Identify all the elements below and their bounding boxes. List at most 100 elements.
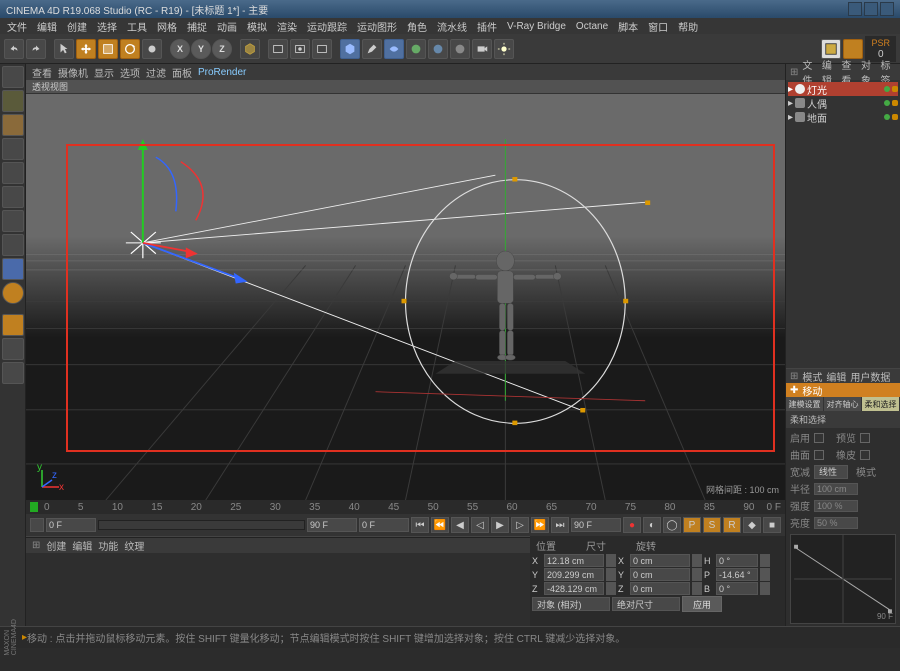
- preview-checkbox[interactable]: [860, 433, 870, 443]
- select-tool[interactable]: [54, 39, 74, 59]
- edge-mode[interactable]: [2, 186, 24, 208]
- render-region-box[interactable]: [66, 144, 775, 452]
- pos-x[interactable]: [544, 554, 604, 567]
- pos-z[interactable]: [544, 582, 604, 595]
- timeline-ruler[interactable]: 0 5 10 15 20 25 30 35 40 45 50 55 60 65 …: [26, 500, 785, 514]
- lock-icon[interactable]: [2, 362, 24, 384]
- eraser-checkbox[interactable]: [860, 450, 870, 460]
- layout-icon[interactable]: [821, 39, 841, 59]
- menu-character[interactable]: 角色: [404, 19, 430, 34]
- menu-help[interactable]: 帮助: [675, 19, 701, 34]
- texture-mode[interactable]: [2, 114, 24, 136]
- undo-button[interactable]: [4, 39, 24, 59]
- goto-end[interactable]: ⏭: [551, 517, 569, 533]
- axis-mode[interactable]: [2, 234, 24, 256]
- tab-axis[interactable]: 对齐轴心: [824, 397, 862, 411]
- menu-snap[interactable]: 捕捉: [184, 19, 210, 34]
- menu-tools[interactable]: 工具: [124, 19, 150, 34]
- vmenu-display[interactable]: 显示: [94, 65, 114, 80]
- vmenu-view[interactable]: 查看: [32, 65, 52, 80]
- apply-button[interactable]: 应用: [682, 596, 722, 612]
- tweak-mode[interactable]: [2, 258, 24, 280]
- keysel-button[interactable]: ◯: [663, 517, 681, 533]
- axis-y[interactable]: Y: [191, 39, 211, 59]
- menu-file[interactable]: 文件: [4, 19, 30, 34]
- obj-row-figure[interactable]: ▸ 人偶: [788, 96, 898, 110]
- play-back[interactable]: ◁: [471, 517, 489, 533]
- coord-mode1[interactable]: 对象 (相对): [532, 597, 610, 611]
- environment-icon[interactable]: [450, 39, 470, 59]
- range-start-input[interactable]: [46, 518, 96, 532]
- nav-axis-widget[interactable]: y x z: [34, 462, 64, 492]
- menu-motiontrack[interactable]: 运动跟踪: [304, 19, 350, 34]
- scale-key-icon[interactable]: S: [703, 517, 721, 533]
- nurbs-tool[interactable]: [384, 39, 404, 59]
- rot-b[interactable]: [716, 582, 758, 595]
- object-tree[interactable]: ▸ 灯光 ▸ 人偶 ▸ 地面: [786, 80, 900, 126]
- generator-icon[interactable]: [406, 39, 426, 59]
- next-frame[interactable]: ▷: [511, 517, 529, 533]
- polygon-mode[interactable]: [2, 210, 24, 232]
- vmenu-prorender[interactable]: ProRender: [198, 67, 246, 78]
- rot-h[interactable]: [716, 554, 758, 567]
- obj-row-light[interactable]: ▸ 灯光: [788, 82, 898, 96]
- obj-row-floor[interactable]: ▸ 地面: [788, 110, 898, 124]
- enable-checkbox[interactable]: [814, 433, 824, 443]
- menu-animate[interactable]: 动画: [214, 19, 240, 34]
- close-button[interactable]: [880, 2, 894, 16]
- pos-y[interactable]: [544, 568, 604, 581]
- vmenu-panel[interactable]: 面板: [172, 65, 192, 80]
- range-start-icon[interactable]: [30, 518, 44, 532]
- radius-input[interactable]: [814, 483, 858, 495]
- btab-create[interactable]: 创建: [46, 538, 66, 553]
- menu-mesh[interactable]: 网格: [154, 19, 180, 34]
- rotate-tool[interactable]: [120, 39, 140, 59]
- menu-mograph[interactable]: 运动图形: [354, 19, 400, 34]
- autokey-button[interactable]: ◐: [643, 517, 661, 533]
- workplane-mode[interactable]: [2, 138, 24, 160]
- prev-frame[interactable]: ◀: [451, 517, 469, 533]
- menu-render[interactable]: 渲染: [274, 19, 300, 34]
- param-key-icon[interactable]: ◆: [743, 517, 761, 533]
- point-mode[interactable]: [2, 162, 24, 184]
- size-y[interactable]: [630, 568, 690, 581]
- falloff-mode[interactable]: 线性: [814, 465, 848, 479]
- vmenu-cameras[interactable]: 摄像机: [58, 65, 88, 80]
- falloff-curve[interactable]: 90 F: [790, 534, 896, 624]
- vmenu-filter[interactable]: 过滤: [146, 65, 166, 80]
- redo-button[interactable]: [26, 39, 46, 59]
- menu-window[interactable]: 窗口: [645, 19, 671, 34]
- tab-modeling[interactable]: 建模设置: [786, 397, 824, 411]
- render-pv[interactable]: [290, 39, 310, 59]
- camera-icon[interactable]: [472, 39, 492, 59]
- menu-script[interactable]: 脚本: [615, 19, 641, 34]
- render-view[interactable]: [268, 39, 288, 59]
- btab-edit[interactable]: 编辑: [72, 538, 92, 553]
- move-tool[interactable]: [76, 39, 96, 59]
- menu-create[interactable]: 创建: [64, 19, 90, 34]
- size-x[interactable]: [630, 554, 690, 567]
- deformer-icon[interactable]: [428, 39, 448, 59]
- pos-key-icon[interactable]: P: [683, 517, 701, 533]
- menu-select[interactable]: 选择: [94, 19, 120, 34]
- rot-p[interactable]: [716, 568, 758, 581]
- model-mode[interactable]: [2, 90, 24, 112]
- snap-settings[interactable]: [2, 338, 24, 360]
- next-key[interactable]: ⏩: [531, 517, 549, 533]
- range-end-input[interactable]: [307, 518, 357, 532]
- light-icon[interactable]: [494, 39, 514, 59]
- rot-key-icon[interactable]: R: [723, 517, 741, 533]
- menu-pipeline[interactable]: 流水线: [434, 19, 470, 34]
- scale-tool[interactable]: [98, 39, 118, 59]
- goto-start[interactable]: ⏮: [411, 517, 429, 533]
- prev-key[interactable]: ⏪: [431, 517, 449, 533]
- play-fwd[interactable]: ▶: [491, 517, 509, 533]
- axis-x[interactable]: X: [170, 39, 190, 59]
- snap-toggle[interactable]: [2, 314, 24, 336]
- viewport-solo[interactable]: [2, 282, 24, 304]
- attr-mode[interactable]: 模式: [802, 369, 822, 384]
- brightness-input[interactable]: [814, 517, 858, 529]
- reset-psr[interactable]: [843, 39, 863, 59]
- vmenu-options[interactable]: 选项: [120, 65, 140, 80]
- minimize-button[interactable]: [848, 2, 862, 16]
